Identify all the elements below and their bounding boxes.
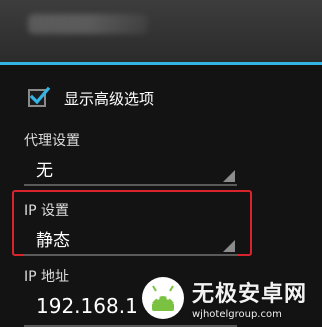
ip-settings-spinner[interactable]: 静态 (24, 222, 237, 256)
blurred-title (28, 14, 148, 34)
checkmark-icon (29, 86, 51, 105)
ip-address-input[interactable]: 192.168.1 (24, 286, 186, 326)
show-advanced-options-row[interactable]: 显示高级选项 (28, 84, 154, 112)
dropdown-corner-icon (223, 170, 235, 182)
dialog-header (0, 0, 322, 62)
spinner-underline (24, 184, 237, 186)
ip-settings-label: IP 设置 (24, 203, 70, 219)
ip-address-label: IP 地址 (24, 269, 70, 285)
proxy-settings-spinner[interactable]: 无 (24, 152, 237, 186)
dropdown-corner-icon (223, 240, 235, 252)
proxy-settings-value: 无 (36, 161, 53, 181)
proxy-settings-label: 代理设置 (24, 133, 80, 149)
spinner-underline (24, 254, 237, 256)
show-advanced-checkbox[interactable] (28, 86, 51, 107)
ip-settings-value: 静态 (36, 231, 70, 251)
show-advanced-label: 显示高级选项 (64, 89, 155, 108)
